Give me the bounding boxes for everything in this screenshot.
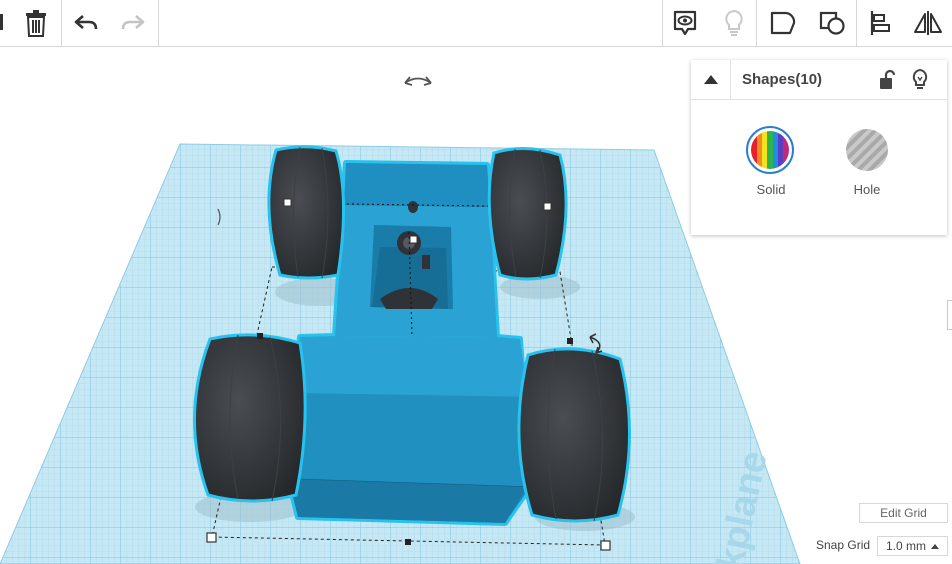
- undo-arrow-icon: [74, 15, 98, 30]
- left-edge-handle: [0, 14, 3, 30]
- unlock-icon: [880, 69, 896, 89]
- snap-grid-label: Snap Grid: [816, 538, 871, 552]
- delete-button[interactable]: [14, 0, 58, 46]
- light-button[interactable]: [910, 68, 930, 92]
- tire-front-right[interactable]: [517, 347, 632, 523]
- align-icon: [870, 11, 890, 35]
- resize-handle: [600, 540, 611, 551]
- redo-arrow-icon: [121, 15, 145, 30]
- resize-handle: [405, 539, 411, 545]
- resize-handle: [206, 532, 217, 543]
- group-button[interactable]: [761, 0, 805, 46]
- group-shapes-icon: [770, 11, 796, 35]
- edit-grid-button[interactable]: Edit Grid: [859, 503, 948, 523]
- tire-rear-left[interactable]: [267, 145, 345, 280]
- resize-handle: [567, 338, 573, 344]
- undo-button[interactable]: [64, 0, 108, 46]
- align-button[interactable]: [858, 0, 902, 46]
- eye-bubble-icon: [673, 10, 697, 36]
- rotate-view-handle-top[interactable]: [404, 76, 432, 86]
- rainbow-solid-icon: [751, 131, 789, 169]
- resize-handle: [409, 235, 418, 244]
- panel-header: Shapes(10): [691, 60, 947, 100]
- solid-label: Solid: [756, 182, 786, 197]
- trash-icon: [26, 10, 46, 37]
- resize-handle: [543, 202, 552, 211]
- snap-grid-value: 1.0 mm: [886, 539, 927, 553]
- show-all-button[interactable]: [663, 0, 707, 46]
- hole-label: Hole: [853, 182, 881, 197]
- ungroup-button[interactable]: [810, 0, 854, 46]
- tire-front-left[interactable]: [193, 333, 307, 503]
- notes-button[interactable]: [712, 0, 756, 46]
- striped-hole-icon: [846, 129, 888, 171]
- ungroup-shapes-icon: [819, 11, 845, 35]
- redo-button[interactable]: [111, 0, 155, 46]
- mirror-icon: [914, 11, 942, 35]
- mirror-button[interactable]: [906, 0, 950, 46]
- main-toolbar: [0, 0, 952, 47]
- side-panel-tab[interactable]: [947, 300, 952, 330]
- caret-up-icon: [931, 544, 939, 549]
- chevron-up-icon: [703, 75, 718, 84]
- panel-title: Shapes(10): [742, 71, 823, 88]
- lock-button[interactable]: [877, 69, 897, 91]
- hole-swatch[interactable]: [843, 126, 891, 174]
- snap-grid-select[interactable]: 1.0 mm: [877, 536, 948, 556]
- resize-handle: [257, 333, 263, 339]
- lightbulb-icon: [725, 9, 743, 36]
- lightbulb-icon: [912, 68, 928, 89]
- tire-rear-right[interactable]: [487, 146, 568, 281]
- solid-swatch[interactable]: [746, 126, 794, 174]
- shape-inspector-panel: Shapes(10) Solid Hole: [691, 60, 947, 235]
- resize-handle: [283, 198, 292, 207]
- collapse-panel-button[interactable]: [691, 60, 731, 99]
